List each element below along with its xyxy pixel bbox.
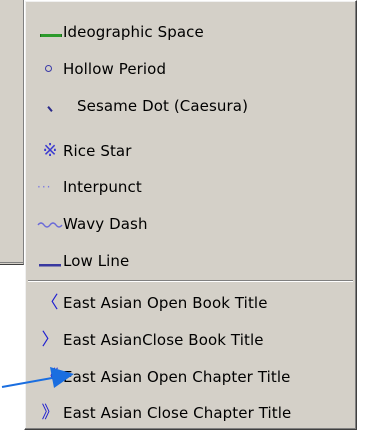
- wavy-dash-icon: [37, 214, 63, 234]
- close-book-title-icon: 〉: [41, 330, 59, 350]
- menu-item-open-book-title[interactable]: 〈 East Asian Open Book Title: [27, 288, 354, 318]
- menu-item-wavy-dash[interactable]: Wavy Dash: [27, 209, 354, 239]
- screenshot-stage: Ideographic Space Hollow Period Sesame D…: [0, 0, 381, 430]
- ideographic-space-icon: [37, 22, 63, 42]
- menu-separator: [28, 280, 353, 282]
- menu-item-label: East Asian Open Chapter Title: [63, 368, 291, 386]
- background-window: [0, 0, 24, 265]
- menu-item-low-line[interactable]: Low Line: [27, 246, 354, 276]
- menu-item-hollow-period[interactable]: Hollow Period: [27, 54, 354, 84]
- menu-item-label: Interpunct: [63, 178, 142, 196]
- menu-item-label: Hollow Period: [63, 60, 167, 78]
- rice-star-icon: ※: [42, 140, 58, 161]
- low-line-icon: [37, 251, 63, 271]
- menu-item-open-chapter-title[interactable]: 《 East Asian Open Chapter Title: [27, 362, 354, 392]
- menu-item-label: Wavy Dash: [63, 215, 148, 233]
- menu-item-label: East AsianClose Book Title: [63, 331, 264, 349]
- menu-item-close-book-title[interactable]: 〉 East AsianClose Book Title: [27, 325, 354, 355]
- menu-item-rice-star[interactable]: ※ Rice Star: [27, 136, 354, 166]
- menu-item-label: East Asian Open Book Title: [63, 294, 268, 312]
- menu-item-label: Sesame Dot (Caesura): [77, 97, 249, 115]
- sesame-dot-icon: [37, 96, 77, 116]
- open-book-title-icon: 〈: [41, 293, 59, 313]
- background-window-edge: [0, 262, 23, 263]
- pointer-arrow-icon: [1, 367, 74, 388]
- menu-item-ideographic-space[interactable]: Ideographic Space: [27, 17, 354, 47]
- menu-item-label: Low Line: [63, 252, 130, 270]
- menu-item-interpunct[interactable]: ··· Interpunct: [27, 172, 354, 202]
- menu-item-sesame-dot[interactable]: Sesame Dot (Caesura): [27, 91, 354, 121]
- menu-item-label: East Asian Close Chapter Title: [63, 404, 292, 422]
- menu-item-label: Ideographic Space: [63, 23, 204, 41]
- menu-item-label: Rice Star: [63, 142, 132, 160]
- menu-item-close-chapter-title[interactable]: 》 East Asian Close Chapter Title: [27, 398, 354, 428]
- close-chapter-title-icon: 》: [41, 403, 59, 423]
- interpunct-icon: ···: [37, 180, 52, 194]
- hollow-period-icon: [37, 59, 63, 79]
